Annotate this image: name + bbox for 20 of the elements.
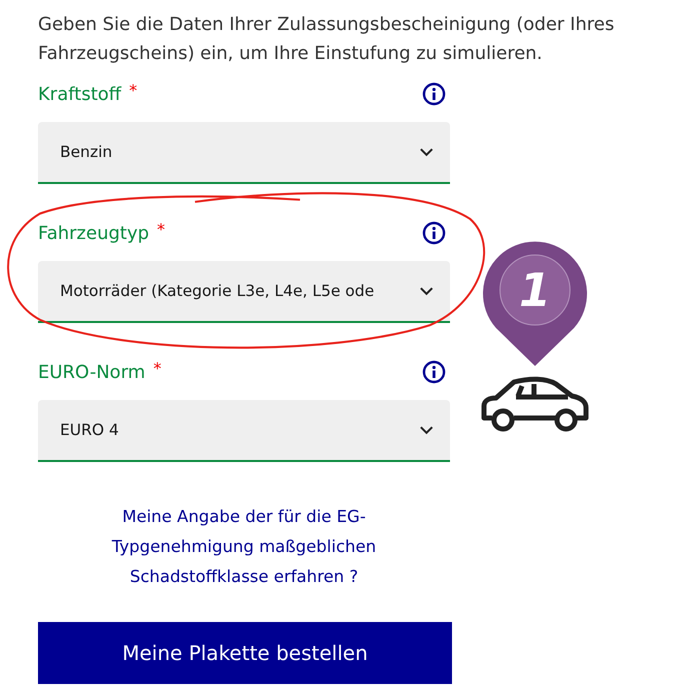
intro-text: Geben Sie die Daten Ihrer Zulassungsbescheinigung (oder Ihres Fahrzeugscheins) ein, um Ihre Einstufung zu simulieren. <box>38 13 616 66</box>
info-icon[interactable] <box>422 360 446 384</box>
select-dropdown[interactable]: EURO 4 <box>38 400 450 462</box>
info-icon[interactable] <box>422 82 446 106</box>
field-label: Fahrzeugtyp <box>38 222 150 246</box>
required-asterisk: * <box>129 82 138 100</box>
order-button[interactable]: Meine Plakette bestellen <box>38 622 452 684</box>
required-asterisk: * <box>153 360 162 378</box>
chevron-down-icon <box>419 425 434 435</box>
field-label: Kraftstoff <box>38 83 122 107</box>
required-asterisk: * <box>157 221 166 239</box>
select-dropdown[interactable]: Motorräder (Kategorie L3e, L4e, L5e ode <box>38 261 450 323</box>
car-icon <box>480 376 590 434</box>
info-link[interactable]: Meine Angabe der für die EG-Typgenehmigung maßgeblichen Schadstoffklasse erfahren ? <box>38 502 450 592</box>
select-dropdown[interactable]: Benzin <box>38 122 450 184</box>
field-label: EURO-Norm <box>38 361 146 385</box>
info-icon[interactable] <box>422 221 446 245</box>
chevron-down-icon <box>419 147 434 157</box>
chevron-down-icon <box>419 286 434 296</box>
step-number: 1 <box>518 262 552 318</box>
